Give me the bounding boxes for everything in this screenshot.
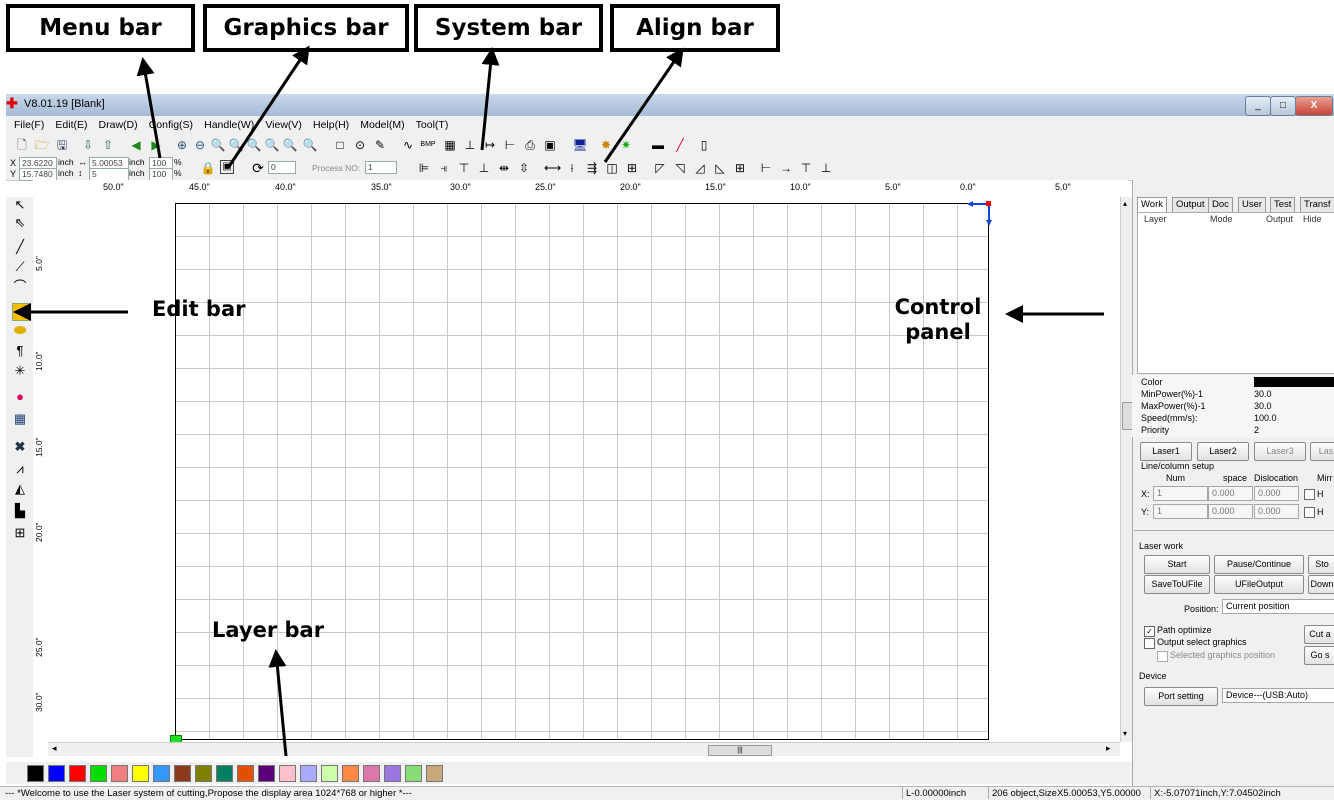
arrow-align-bar xyxy=(603,47,684,163)
arrow-menu-bar xyxy=(136,57,162,159)
arrow-layer-bar xyxy=(268,649,288,757)
arrow-graphics-bar xyxy=(226,45,310,169)
annotation-arrows xyxy=(13,45,1104,757)
arrow-system-bar xyxy=(480,47,500,151)
